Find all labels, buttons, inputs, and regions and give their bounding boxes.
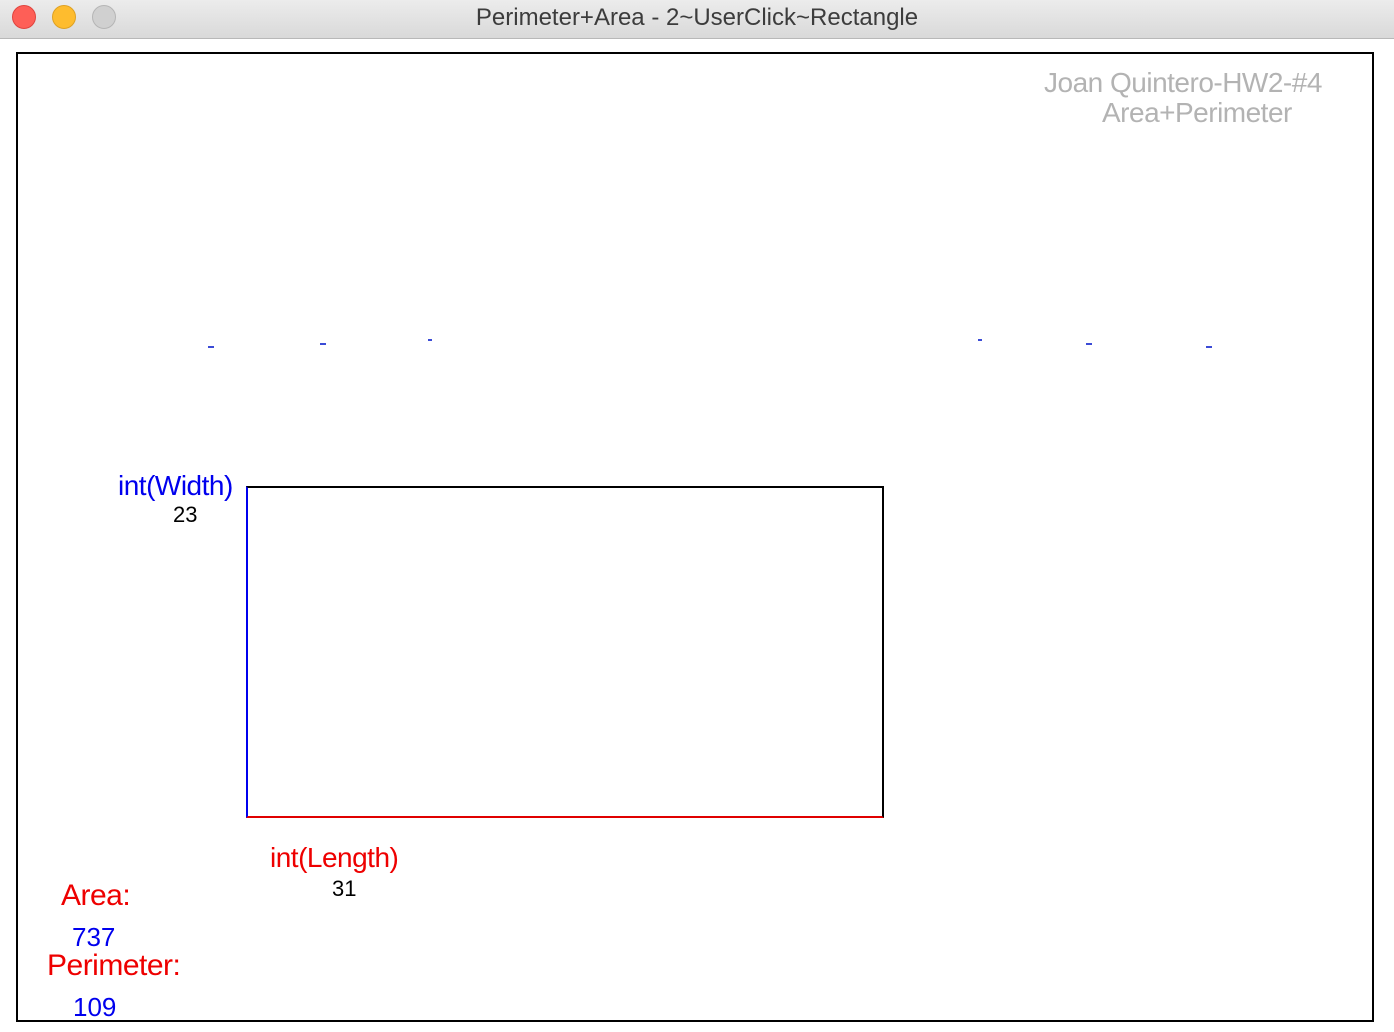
stray-mark	[978, 339, 982, 341]
area-label: Area:	[61, 879, 131, 912]
drawing-canvas[interactable]: Joan Quintero-HW2-#4 Area+Perimeter int(…	[16, 52, 1374, 1022]
perimeter-value: 109	[73, 992, 117, 1022]
stray-mark	[1206, 346, 1212, 348]
stray-mark	[320, 343, 326, 345]
credit-line-1: Joan Quintero-HW2-#4	[1044, 67, 1322, 98]
perimeter-label: Perimeter:	[47, 949, 181, 982]
app-window: Perimeter+Area - 2~UserClick~Rectangle J…	[0, 0, 1394, 1032]
drawn-rectangle	[246, 486, 884, 818]
stray-mark	[1086, 343, 1092, 345]
credit-line-2: Area+Perimeter	[1102, 97, 1292, 128]
stray-mark	[208, 346, 214, 348]
window-title: Perimeter+Area - 2~UserClick~Rectangle	[475, 4, 919, 31]
length-label: int(Length)	[270, 842, 399, 873]
title-bar[interactable]: Perimeter+Area - 2~UserClick~Rectangle	[0, 0, 1394, 39]
width-label: int(Width)	[118, 470, 233, 501]
width-value: 23	[173, 502, 198, 527]
length-value: 31	[332, 876, 357, 901]
stray-mark	[428, 339, 432, 341]
